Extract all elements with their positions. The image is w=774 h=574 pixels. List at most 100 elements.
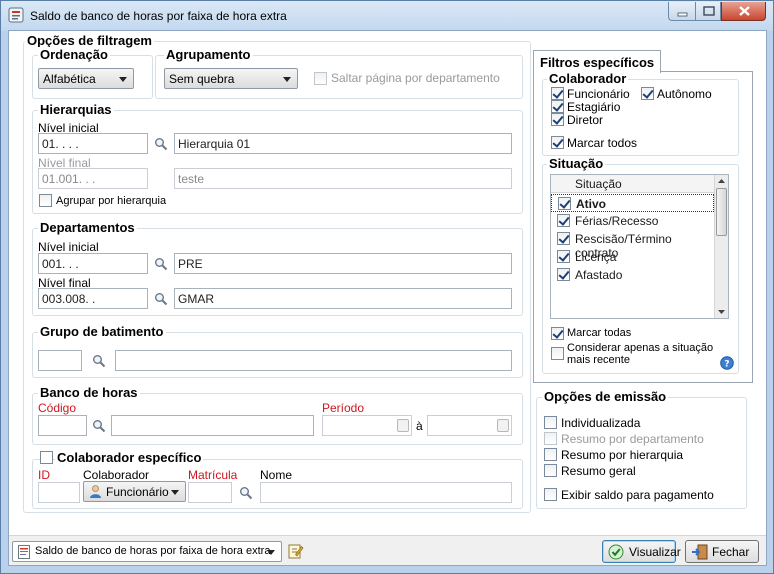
ordenacao-value: Alfabética xyxy=(43,72,96,86)
hier-nivel-inicial-code[interactable]: 01. . . . xyxy=(38,133,148,154)
scroll-thumb[interactable] xyxy=(716,188,727,236)
agrupamento-select[interactable]: Sem quebra xyxy=(164,68,298,89)
fechar-button[interactable]: Fechar xyxy=(685,540,759,563)
report-select-value: Saldo de banco de horas por faixa de hor… xyxy=(35,545,271,557)
resumo-departamento-label: Resumo por departamento xyxy=(561,432,704,446)
resumo-geral-label: Resumo geral xyxy=(561,464,636,478)
estagiario-label: Estagiário xyxy=(567,100,621,114)
calendar-icon[interactable] xyxy=(497,419,509,432)
dep-nivel-inicial-code[interactable]: 001. . . xyxy=(38,253,148,274)
resumo-hierarquia-label: Resumo por hierarquia xyxy=(561,448,684,462)
situacao-row-checkbox[interactable] xyxy=(557,250,570,263)
matricula-field[interactable] xyxy=(188,482,232,503)
funcionario-checkbox[interactable] xyxy=(551,87,564,100)
situacao-row-checkbox[interactable] xyxy=(557,232,570,245)
maximize-button[interactable] xyxy=(695,2,721,21)
calendar-icon[interactable] xyxy=(397,419,409,432)
colaborador-especifico-checkbox[interactable] xyxy=(40,451,53,464)
individualizada-checkbox[interactable] xyxy=(544,416,557,429)
visualizar-button[interactable]: Visualizar xyxy=(602,540,681,563)
report-select[interactable]: Saldo de banco de horas por faixa de hor… xyxy=(12,541,282,562)
visualizar-label: Visualizar xyxy=(629,545,681,559)
agrupamento-value: Sem quebra xyxy=(169,72,235,86)
resumo-hierarquia-checkbox[interactable] xyxy=(544,448,557,461)
dialog-body: Opções de filtragem Ordenação Alfabética… xyxy=(8,30,767,566)
nome-field[interactable] xyxy=(260,482,512,503)
marcar-todos-checkbox[interactable] xyxy=(551,136,564,149)
situacao-scrollbar[interactable] xyxy=(714,175,728,318)
banco-horas-code[interactable] xyxy=(38,415,87,436)
saltar-pagina-label: Saltar página por departamento xyxy=(331,71,500,85)
scroll-down-icon[interactable] xyxy=(717,309,726,315)
situacao-header-label: Situação xyxy=(575,177,622,191)
help-icon[interactable]: ? xyxy=(720,356,734,370)
hier-nivel-inicial-desc[interactable]: Hierarquia 01 xyxy=(174,133,512,154)
dep-nivel-inicial-label: Nível inicial xyxy=(38,240,99,254)
situacao-grid: Situação Ativo Férias/Recesso Rescisão/T… xyxy=(550,174,729,319)
saltar-pagina-checkbox[interactable] xyxy=(314,72,327,85)
marcar-todas-checkbox[interactable] xyxy=(551,327,564,340)
edit-report-icon[interactable] xyxy=(288,543,304,559)
ordenacao-select[interactable]: Alfabética xyxy=(38,68,134,89)
search-icon[interactable] xyxy=(154,137,168,151)
nome-label: Nome xyxy=(260,468,293,482)
periodo-fim-field[interactable] xyxy=(427,415,512,436)
chevron-down-icon xyxy=(267,550,275,555)
title-bar: Saldo de banco de horas por faixa de hor… xyxy=(1,1,773,31)
dep-nivel-inicial-desc[interactable]: PRE xyxy=(174,253,512,274)
departamentos-legend: Departamentos xyxy=(38,220,137,235)
situacao-row-checkbox[interactable] xyxy=(557,268,570,281)
minimize-button[interactable] xyxy=(668,2,695,21)
hier-nivel-final-code[interactable]: 01.001. . . xyxy=(38,168,148,189)
situacao-row[interactable]: Rescisão/Término contrato xyxy=(551,230,714,260)
scroll-up-icon[interactable] xyxy=(717,178,726,184)
filtragem-legend: Opções de filtragem xyxy=(25,33,154,48)
search-icon[interactable] xyxy=(154,292,168,306)
grupo-batimento-legend: Grupo de batimento xyxy=(38,324,166,339)
search-icon[interactable] xyxy=(92,419,106,433)
report-icon xyxy=(18,545,30,559)
grupo-batimento-desc[interactable] xyxy=(115,350,512,371)
maximize-icon xyxy=(703,6,715,16)
estagiario-checkbox[interactable] xyxy=(551,100,564,113)
situacao-row-label: Licença xyxy=(575,250,617,264)
close-icon xyxy=(739,6,750,16)
diretor-label: Diretor xyxy=(567,113,604,127)
autonomo-label: Autônomo xyxy=(657,87,712,101)
autonomo-checkbox[interactable] xyxy=(641,87,654,100)
considerar-recente-label-1: Considerar apenas a situação xyxy=(567,342,714,354)
id-field[interactable] xyxy=(38,482,80,503)
situacao-row-checkbox[interactable] xyxy=(557,214,570,227)
diretor-checkbox[interactable] xyxy=(551,113,564,126)
colaborador-select[interactable]: Funcionário xyxy=(83,481,186,502)
marcar-todas-label: Marcar todas xyxy=(567,327,632,339)
situacao-row-checkbox[interactable] xyxy=(558,197,571,210)
dep-nivel-final-desc[interactable]: GMAR xyxy=(174,288,512,309)
tab-filtros-especificos[interactable]: Filtros específicos xyxy=(533,50,662,73)
periodo-inicio-field[interactable] xyxy=(322,415,412,436)
situacao-row[interactable]: Férias/Recesso xyxy=(551,212,714,230)
close-window-button[interactable] xyxy=(721,2,766,21)
situacao-row[interactable]: Ativo xyxy=(551,194,714,212)
agrupar-hierarquia-label: Agrupar por hierarquia xyxy=(56,195,167,207)
user-icon xyxy=(90,485,101,498)
resumo-departamento-checkbox[interactable] xyxy=(544,432,557,445)
situacao-row[interactable]: Licença xyxy=(551,248,714,266)
dialog-footer: Saldo de banco de horas por faixa de hor… xyxy=(9,535,766,565)
dep-nivel-final-code[interactable]: 003.008. . xyxy=(38,288,148,309)
situacao-row[interactable]: Afastado xyxy=(551,266,714,284)
situacao-row-label: Ativo xyxy=(576,197,606,211)
grupo-batimento-code[interactable] xyxy=(38,350,82,371)
chevron-down-icon xyxy=(171,490,179,495)
considerar-recente-checkbox[interactable] xyxy=(551,347,564,360)
search-icon[interactable] xyxy=(239,486,253,500)
agrupar-hierarquia-checkbox[interactable] xyxy=(39,194,52,207)
agrupamento-legend: Agrupamento xyxy=(164,47,253,62)
hier-nivel-final-desc[interactable]: teste xyxy=(174,168,512,189)
search-icon[interactable] xyxy=(92,354,106,368)
resumo-geral-checkbox[interactable] xyxy=(544,464,557,477)
exibir-saldo-checkbox[interactable] xyxy=(544,488,557,501)
chevron-down-icon xyxy=(283,77,291,82)
search-icon[interactable] xyxy=(154,257,168,271)
banco-horas-desc[interactable] xyxy=(111,415,314,436)
